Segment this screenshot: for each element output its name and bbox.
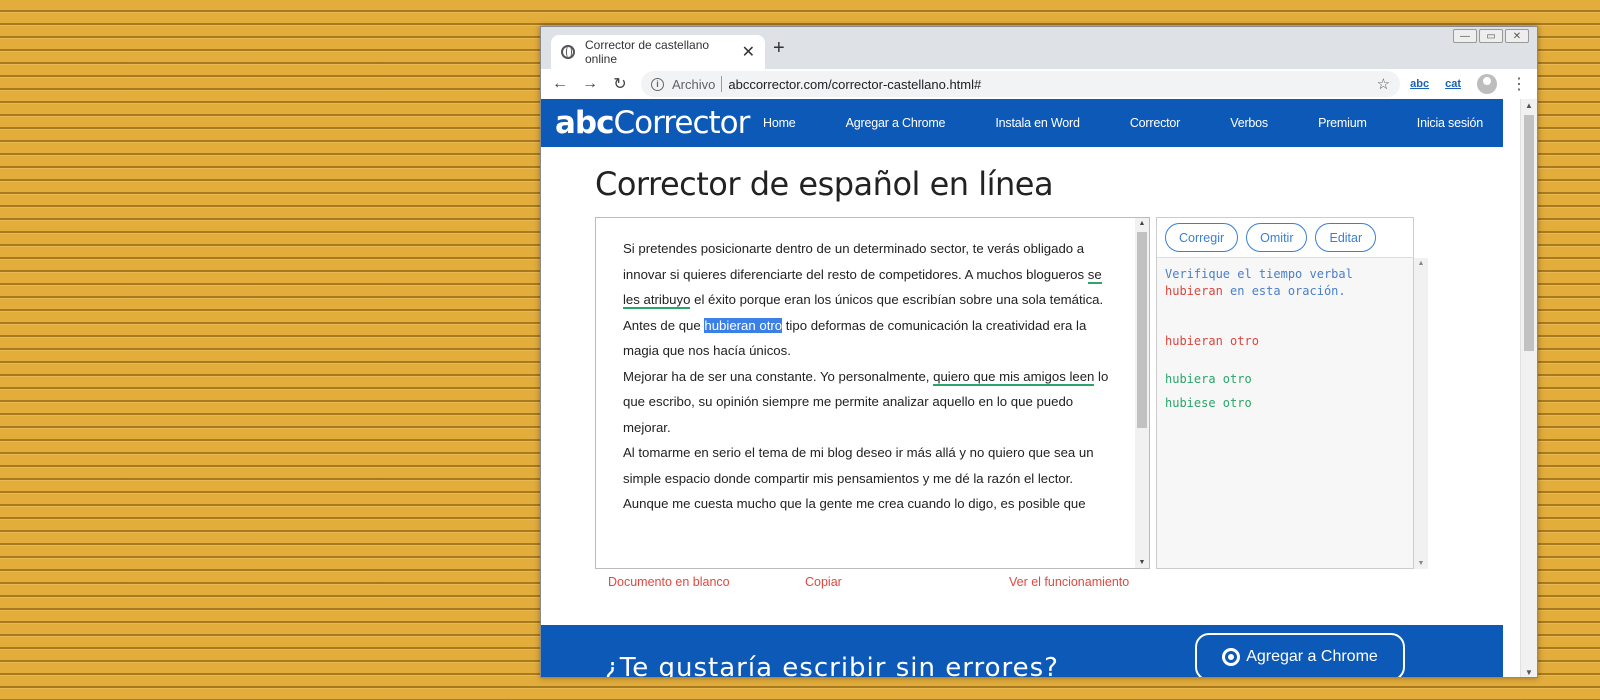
- original-phrase: hubieran otro: [1165, 334, 1259, 348]
- browser-toolbar: ← → ↻ i Archivo abccorrector.com/correct…: [541, 69, 1537, 99]
- message-error-word: hubieran: [1165, 284, 1223, 298]
- editor-scroll-thumb[interactable]: [1137, 232, 1147, 428]
- profile-avatar-icon[interactable]: [1477, 74, 1497, 94]
- nav-add-chrome[interactable]: Agregar a Chrome: [846, 116, 946, 130]
- back-button[interactable]: ←: [547, 71, 573, 97]
- suggestion-body: Verifique el tiempo verbal hubieran en e…: [1165, 266, 1395, 410]
- correct-button[interactable]: Corregir: [1165, 223, 1239, 252]
- add-to-chrome-button[interactable]: Agregar a Chrome: [1195, 633, 1405, 677]
- window-controls: — ▭ ✕: [1453, 29, 1529, 43]
- nav-install-word[interactable]: Instala en Word: [995, 116, 1080, 130]
- scroll-up-arrow-icon[interactable]: ▲: [1135, 220, 1149, 227]
- bookmark-star-icon[interactable]: ☆: [1377, 75, 1390, 93]
- nav-links: Home Agregar a Chrome Instala en Word Co…: [763, 116, 1503, 130]
- tab-title: Corrector de castellano online: [585, 38, 710, 66]
- nav-verbos[interactable]: Verbos: [1230, 116, 1268, 130]
- promo-teaser: ¿Te gustaría escribir sin errores?: [605, 653, 1059, 678]
- message-text: Verifique el tiempo verbal: [1165, 267, 1353, 281]
- blank-document-link[interactable]: Documento en blanco: [608, 575, 730, 589]
- tab-close-icon[interactable]: ✕: [742, 42, 755, 62]
- scroll-up-arrow-icon[interactable]: ▲: [1521, 101, 1537, 110]
- editor-scrollbar[interactable]: ▲ ▼: [1135, 218, 1149, 568]
- page-viewport: abcCorrector Home Agregar a Chrome Insta…: [541, 99, 1503, 678]
- paragraph-4: Al tomarme en serio el tema de mi blog d…: [623, 445, 1094, 486]
- extension-cat-icon[interactable]: cat: [1439, 78, 1467, 90]
- text-editor[interactable]: Si pretendes posicionarte dentro de un d…: [595, 217, 1150, 569]
- edit-button[interactable]: Editar: [1315, 223, 1377, 252]
- site-logo[interactable]: abcCorrector: [555, 105, 763, 141]
- browser-menu-icon[interactable]: ⋮: [1507, 74, 1531, 94]
- nav-corrector[interactable]: Corrector: [1130, 116, 1180, 130]
- forward-button[interactable]: →: [577, 71, 603, 97]
- panel-scrollbar[interactable]: ▲ ▼: [1414, 258, 1428, 569]
- nav-home[interactable]: Home: [763, 116, 796, 130]
- new-tab-button[interactable]: +: [773, 37, 785, 60]
- scroll-down-arrow-icon[interactable]: ▼: [1414, 560, 1428, 567]
- text-run: el éxito porque eran los únicos que escr…: [690, 292, 1104, 307]
- address-bar[interactable]: i Archivo abccorrector.com/corrector-cas…: [641, 71, 1401, 97]
- suggestion-item[interactable]: hubiera otro: [1165, 372, 1395, 386]
- browser-window: Corrector de castellano online ✕ + — ▭ ✕…: [540, 26, 1538, 678]
- page-scrollbar[interactable]: ▲ ▼: [1520, 99, 1537, 677]
- message-text: en esta oración.: [1222, 284, 1346, 298]
- tab-strip: Corrector de castellano online ✕ + — ▭ ✕: [541, 27, 1537, 69]
- info-icon[interactable]: i: [651, 77, 664, 91]
- browser-tab[interactable]: Corrector de castellano online ✕: [551, 35, 765, 69]
- add-to-chrome-label: Agregar a Chrome: [1246, 648, 1378, 665]
- page-title: Corrector de español en línea: [595, 165, 1054, 203]
- scroll-down-arrow-icon[interactable]: ▼: [1135, 559, 1149, 566]
- logo-bold: abc: [555, 105, 614, 141]
- paragraph-3: Mejorar ha de ser una constante. Yo pers…: [623, 364, 1111, 441]
- address-separator: [721, 76, 723, 92]
- reload-button[interactable]: ↻: [607, 71, 633, 97]
- nav-premium[interactable]: Premium: [1318, 116, 1367, 130]
- extension-abc-icon[interactable]: abc: [1404, 78, 1435, 90]
- maximize-button[interactable]: ▭: [1479, 29, 1503, 43]
- error-message: Verifique el tiempo verbal hubieran en e…: [1165, 266, 1395, 300]
- scroll-down-arrow-icon[interactable]: ▼: [1521, 668, 1537, 677]
- copy-link[interactable]: Copiar: [805, 575, 842, 589]
- paragraph-1: Si pretendes posicionarte dentro de un d…: [623, 236, 1111, 313]
- close-window-button[interactable]: ✕: [1505, 29, 1529, 43]
- security-label: Archivo: [672, 76, 716, 92]
- chrome-icon: [1222, 648, 1241, 666]
- grammar-error[interactable]: quiero que mis amigos leen: [933, 368, 1095, 386]
- how-it-works-link[interactable]: Ver el funcionamiento: [1009, 575, 1129, 589]
- promo-band: ¿Te gustaría escribir sin errores? Agreg…: [541, 625, 1503, 678]
- text-run: Mejorar ha de ser una constante. Yo pers…: [623, 368, 934, 384]
- text-run: Si pretendes posicionarte dentro de un d…: [623, 241, 1088, 282]
- url-text[interactable]: abccorrector.com/corrector-castellano.ht…: [728, 77, 1376, 92]
- scroll-up-arrow-icon[interactable]: ▲: [1414, 260, 1428, 267]
- nav-login[interactable]: Inicia sesión: [1417, 116, 1483, 130]
- selected-error[interactable]: hubieran otro: [704, 317, 783, 333]
- site-nav: abcCorrector Home Agregar a Chrome Insta…: [541, 99, 1503, 147]
- logo-rest: Corrector: [613, 105, 751, 141]
- minimize-button[interactable]: —: [1453, 29, 1477, 43]
- page-scroll-thumb[interactable]: [1524, 115, 1534, 351]
- globe-icon: [561, 45, 575, 59]
- editor-content[interactable]: Si pretendes posicionarte dentro de un d…: [623, 236, 1111, 517]
- paragraph-2: Antes de que hubieran otro tipo deformas…: [623, 313, 1111, 364]
- suggestion-panel: Corregir Omitir Editar Verifique el tiem…: [1156, 217, 1428, 569]
- text-run: Antes de que: [623, 317, 705, 333]
- suggestion-item[interactable]: hubiese otro: [1165, 396, 1395, 410]
- suggestion-actions: Corregir Omitir Editar: [1157, 218, 1413, 258]
- paragraph-5: Aunque me cuesta mucho que la gente me c…: [623, 496, 1086, 511]
- skip-button[interactable]: Omitir: [1246, 223, 1308, 252]
- editor-links: Documento en blanco Copiar Ver el funcio…: [595, 575, 1155, 593]
